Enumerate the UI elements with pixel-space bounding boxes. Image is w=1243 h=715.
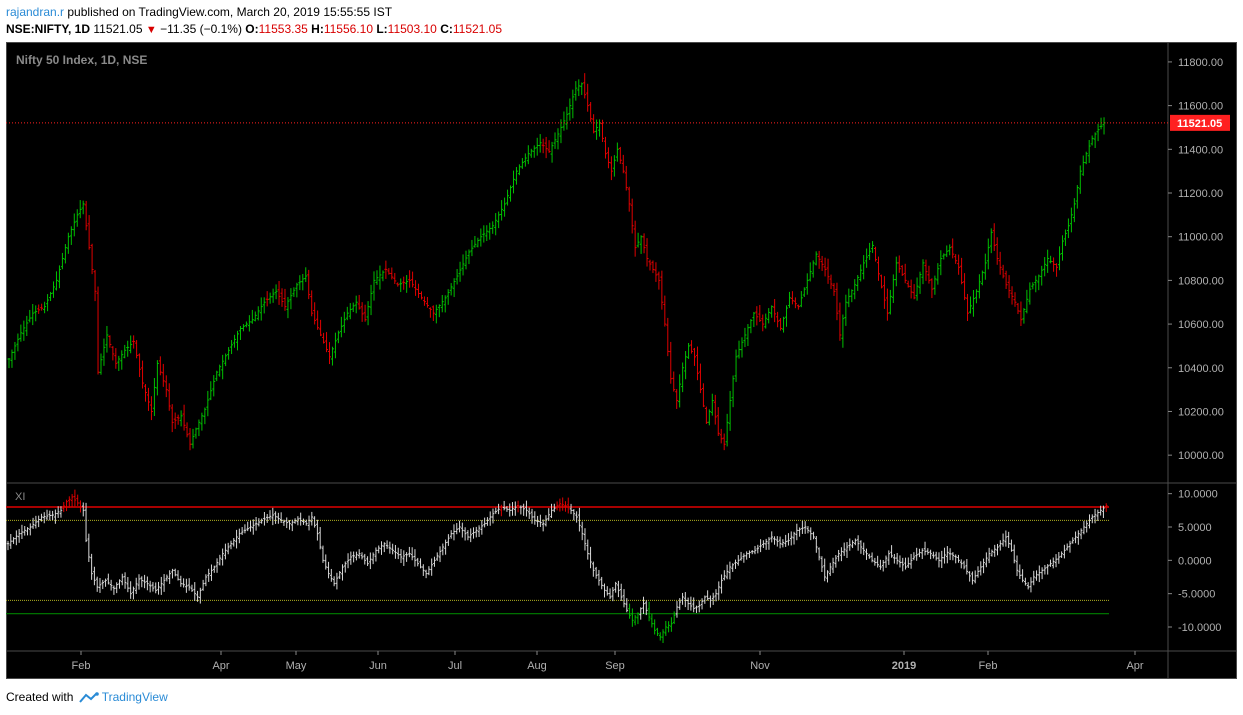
last-price: 11521.05: [93, 22, 143, 36]
price-tick-label: 11600.00: [1178, 101, 1223, 113]
symbol-label: NSE:NIFTY, 1D: [6, 22, 91, 36]
author-link[interactable]: rajandran.r: [6, 5, 64, 19]
chart-area[interactable]: 11800.00 11600.00 11400.00 11200.00 11000.00…: [6, 42, 1237, 679]
down-triangle-icon: ▼: [145, 24, 157, 36]
osc-tick-label: -5.0000: [1178, 589, 1215, 601]
osc-tick-label: -10.0000: [1178, 622, 1221, 634]
time-tick-label: Feb: [979, 660, 998, 672]
open-label: O:: [245, 22, 259, 36]
time-tick-label: Nov: [750, 660, 770, 672]
close-value: 11521.05: [452, 22, 503, 36]
osc-tick-label: 5.0000: [1178, 522, 1212, 534]
open-value: 11553.35: [258, 22, 308, 36]
price-tick-label: 10600.00: [1178, 319, 1224, 331]
tradingview-link[interactable]: TradingView: [102, 690, 168, 704]
time-tick-label: Apr: [212, 660, 229, 672]
tradingview-logo-icon: [78, 692, 99, 703]
price-tick-label: 11000.00: [1178, 232, 1223, 244]
oscillator-title: XI: [15, 491, 25, 503]
current-price-label: 11521.05: [1177, 118, 1222, 130]
high-value: 11556.10: [323, 22, 373, 36]
low-label: L:: [376, 22, 388, 36]
close-label: C:: [440, 22, 453, 36]
time-tick-label: Sep: [605, 660, 625, 672]
time-tick-label: Jun: [369, 660, 387, 672]
price-tick-label: 11400.00: [1178, 144, 1223, 156]
price-tick-label: 11800.00: [1178, 57, 1223, 69]
time-tick-label: Apr: [1126, 660, 1143, 672]
price-tick-label: 10000.00: [1178, 450, 1224, 462]
osc-tick-label: 10.0000: [1178, 489, 1218, 501]
price-tick-label: 11200.00: [1178, 188, 1223, 200]
created-with-text: Created with: [6, 690, 74, 704]
time-tick-label: 2019: [892, 660, 916, 672]
osc-tick-label: 0.0000: [1178, 555, 1212, 567]
chart-title: Nifty 50 Index, 1D, NSE: [16, 53, 147, 67]
footer: Created with TradingView: [6, 690, 168, 704]
time-tick-label: Aug: [527, 660, 547, 672]
published-text: published on TradingView.com, March 20, …: [67, 5, 393, 19]
publish-info: rajandran.r published on TradingView.com…: [6, 5, 392, 19]
time-tick-label: Jul: [448, 660, 462, 672]
time-tick-label: Feb: [72, 660, 91, 672]
ohlc-legend: NSE:NIFTY, 1D 11521.05 ▼ −11.35 (−0.1%) …: [6, 22, 502, 36]
chart-background: [6, 42, 1237, 679]
high-label: H:: [311, 22, 324, 36]
price-tick-label: 10800.00: [1178, 275, 1224, 287]
price-tick-label: 10200.00: [1178, 406, 1224, 418]
price-tick-label: 10400.00: [1178, 363, 1224, 375]
price-change: −11.35 (−0.1%): [160, 22, 242, 36]
low-value: 11503.10: [387, 22, 437, 36]
time-tick-label: May: [286, 660, 307, 672]
